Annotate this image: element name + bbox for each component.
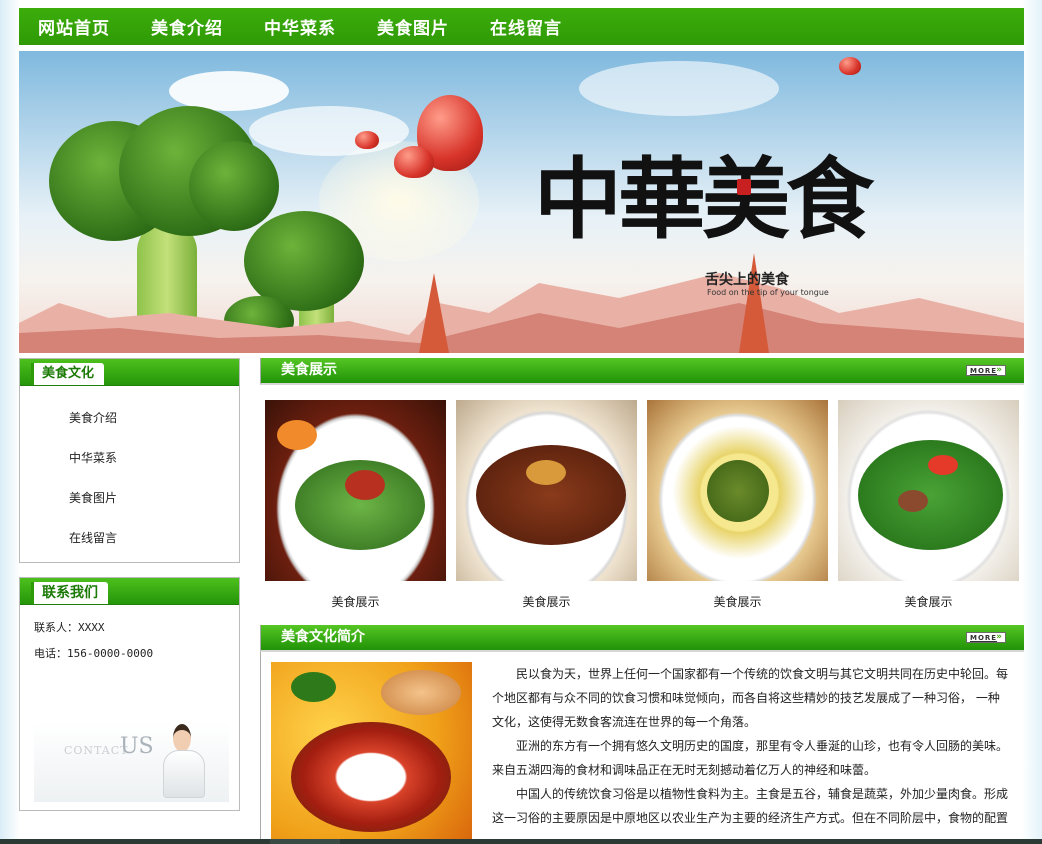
intro-title: 美食文化简介 [281, 629, 365, 645]
sidebar-link-food-pictures[interactable]: 美食图片 [69, 491, 117, 505]
minced-filling [707, 460, 769, 522]
gallery-caption: 美食展示 [522, 595, 571, 609]
banner-cloud [579, 61, 779, 116]
food-photo[interactable] [265, 400, 446, 581]
main-content: 美食展示 MORE 美食展示 美食展示 美食展示 [260, 358, 1024, 842]
contact-person: 联系人：XXXX [34, 621, 105, 634]
carved-garnish [277, 420, 317, 450]
balloon-icon [355, 131, 379, 149]
contact-body: 联系人：XXXX 电话：156-0000-0000 CONTACT US [20, 605, 239, 810]
gallery-item[interactable]: 美食展示 [265, 400, 446, 610]
nav-food-intro[interactable]: 美食介绍 [151, 14, 223, 39]
intro-body: 民以食为天，世界上任何一个国家都有一个传统的饮食文明与其它文明共同在历史中轮回。… [260, 652, 1024, 842]
agent-head [173, 724, 191, 752]
balloon-icon [394, 146, 434, 178]
intro-paragraph: 民以食为天，世界上任何一个国家都有一个传统的饮食文明与其它文明共同在历史中轮回。… [492, 667, 1009, 729]
showcase-more-button[interactable]: MORE [966, 365, 1006, 376]
nav-cuisines[interactable]: 中华菜系 [264, 14, 336, 39]
sidebar-item-food-pictures: 美食图片 [69, 478, 239, 518]
banquet-photo [271, 662, 472, 842]
meat-slice [898, 490, 928, 512]
red-pepper-slice [928, 455, 958, 475]
broccoli-floret [189, 141, 279, 231]
sidebar-item-guestbook: 在线留言 [69, 518, 239, 558]
sidebar-link-cuisines[interactable]: 中华菜系 [69, 451, 117, 465]
top-nav: 网站首页 美食介绍 中华菜系 美食图片 在线留言 [19, 8, 1024, 45]
food-culture-box: 美食文化 美食介绍 中华菜系 美食图片 在线留言 [19, 358, 240, 563]
scrollbar-thumb[interactable] [270, 839, 340, 844]
intro-text: 民以食为天，世界上任何一个国家都有一个传统的饮食文明与其它文明共同在历史中轮回。… [472, 662, 1024, 842]
contact-header: 联系我们 [20, 578, 239, 605]
gallery-item[interactable]: 美食展示 [456, 400, 637, 610]
intro-more-button[interactable]: MORE [966, 632, 1006, 643]
chili-topping [345, 470, 385, 500]
banner-mountains [19, 253, 1024, 353]
hot-pot-dish [291, 722, 451, 832]
food-culture-header: 美食文化 [20, 359, 239, 386]
nav-home[interactable]: 网站首页 [38, 14, 110, 39]
garnish [291, 672, 336, 702]
hero-banner: 中華美食 舌尖上的美食 Food on the tip of your tong… [19, 51, 1024, 353]
contact-box: 联系我们 联系人：XXXX 电话：156-0000-0000 CONTACT U… [19, 577, 240, 811]
contact-image-us: US [120, 734, 154, 759]
banner-cloud [169, 71, 289, 111]
contact-image-word: CONTACT [64, 744, 129, 757]
food-photo[interactable] [456, 400, 637, 581]
sidebar-menu: 美食介绍 中华菜系 美食图片 在线留言 [20, 386, 239, 562]
banner-cloud [249, 106, 409, 156]
intro-paragraph: 中国人的传统饮食习俗是以植物性食料为主。主食是五谷，辅食是蔬菜，外加少量肉食。形… [492, 787, 1009, 825]
banner-subtitle-en: Food on the tip of your tongue [707, 288, 829, 297]
food-gallery: 美食展示 美食展示 美食展示 美食展示 [260, 385, 1024, 610]
gallery-item[interactable]: 美食展示 [838, 400, 1019, 610]
sidebar-item-cuisines: 中华菜系 [69, 438, 239, 478]
horizontal-scrollbar[interactable] [0, 839, 1042, 844]
showcase-title: 美食展示 [281, 362, 337, 378]
sidebar-link-guestbook[interactable]: 在线留言 [69, 531, 117, 545]
gallery-caption: 美食展示 [331, 595, 380, 609]
food-culture-intro: 美食文化简介 MORE 民以食为天，世界上任何一个国家都有一个传统的饮食文明与其… [260, 625, 1024, 842]
food-photo[interactable] [647, 400, 828, 581]
sidebar: 美食文化 美食介绍 中华菜系 美食图片 在线留言 联系我们 联系人：XXXX 电… [19, 358, 240, 811]
gallery-caption: 美食展示 [713, 595, 762, 609]
ginger-topping [526, 460, 566, 485]
contact-phone: 电话：156-0000-0000 [34, 647, 154, 660]
nav-food-pictures[interactable]: 美食图片 [377, 14, 449, 39]
food-photo[interactable] [838, 400, 1019, 581]
sidebar-item-food-intro: 美食介绍 [69, 398, 239, 438]
banner-subtitle-cn: 舌尖上的美食 [705, 272, 789, 288]
red-seal-stamp [737, 179, 751, 195]
agent-body [163, 750, 205, 798]
page-container: 网站首页 美食介绍 中华菜系 美食图片 在线留言 中華美食 舌尖上的美食 Foo… [19, 8, 1024, 353]
showcase-header: 美食展示 MORE [260, 358, 1024, 385]
contact-us-image: CONTACT US [34, 722, 229, 802]
nav-guestbook[interactable]: 在线留言 [490, 14, 562, 39]
food-culture-title: 美食文化 [30, 363, 105, 385]
support-agent-image [159, 722, 207, 802]
gallery-caption: 美食展示 [904, 595, 953, 609]
intro-paragraph: 亚洲的东方有一个拥有悠久文明历史的国度，那里有令人垂涎的山珍，也有令人回肠的美味… [492, 739, 1009, 777]
snow-peas-dish [858, 440, 1003, 550]
balloon-icon [839, 57, 861, 75]
intro-header: 美食文化简介 MORE [260, 625, 1024, 652]
contact-title: 联系我们 [31, 582, 108, 604]
sidebar-link-food-intro[interactable]: 美食介绍 [69, 411, 117, 425]
fried-shrimp [381, 670, 461, 715]
gallery-item[interactable]: 美食展示 [647, 400, 828, 610]
banner-title: 中華美食 [534, 147, 874, 251]
